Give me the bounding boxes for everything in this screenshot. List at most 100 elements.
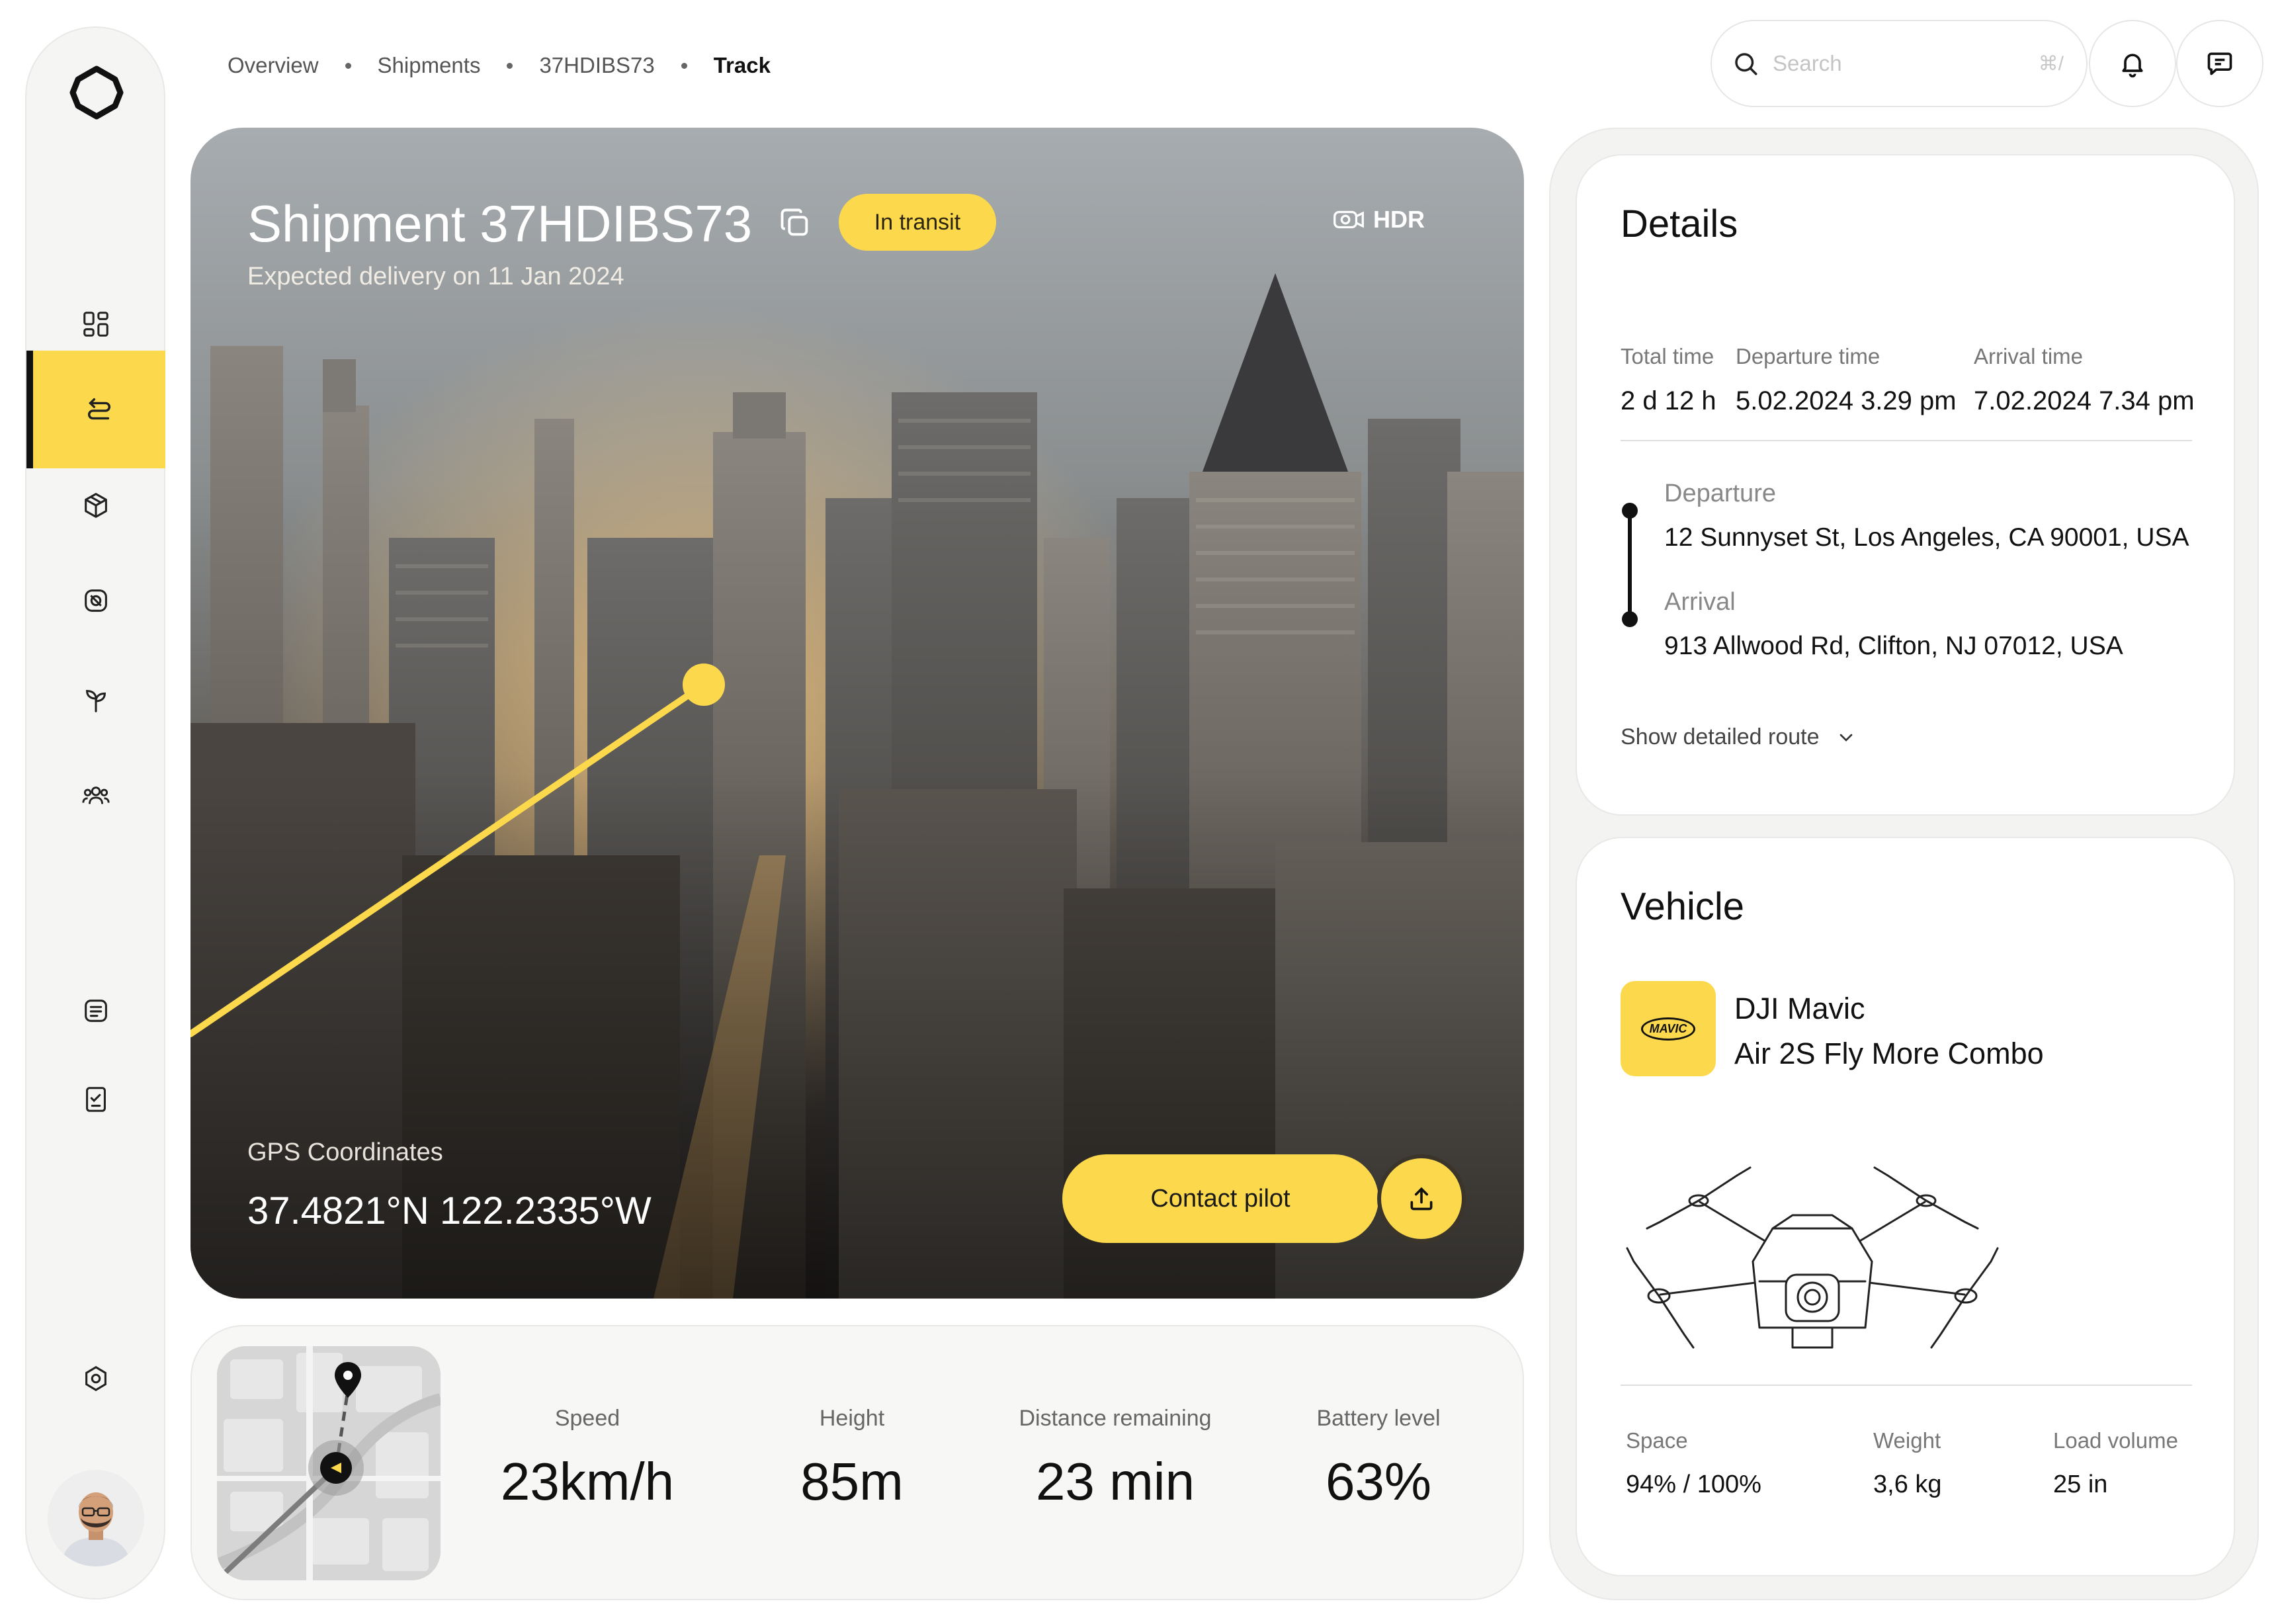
nav-packages[interactable]	[26, 466, 165, 545]
team-icon	[82, 787, 110, 804]
arrival-label: Arrival	[1664, 588, 1736, 616]
drone-illustration	[1626, 1166, 1999, 1349]
departure-time-value: 5.02.2024 3.29 pm	[1736, 386, 1957, 415]
list-icon	[85, 1000, 107, 1022]
nav-settings[interactable]	[26, 1339, 165, 1418]
map-image	[217, 1346, 441, 1580]
weight-value: 3,6 kg	[1873, 1471, 1942, 1498]
details-title: Details	[1621, 202, 1738, 245]
stat-label: Battery level	[1316, 1406, 1441, 1431]
arrival-time-value: 7.02.2024 7.34 pm	[1974, 386, 2195, 415]
nav-growth[interactable]	[26, 660, 165, 740]
arrival-dot	[1622, 611, 1638, 627]
show-route-label: Show detailed route	[1621, 724, 1820, 749]
stat-label: Height	[819, 1406, 885, 1431]
arrival-time-label: Arrival time	[1974, 344, 2084, 368]
total-time-value: 2 d 12 h	[1621, 386, 1716, 415]
expected-delivery: Expected delivery on 11 Jan 2024	[247, 263, 624, 290]
vehicle-name-line2: Air 2S Fly More Combo	[1734, 1037, 2044, 1070]
chat-icon	[2207, 52, 2232, 75]
breadcrumb-separator	[507, 62, 513, 69]
space-value: 94% / 100%	[1626, 1471, 1761, 1498]
nav-team[interactable]	[26, 755, 165, 835]
stat-value: 23 min	[1035, 1452, 1195, 1511]
nav-tags[interactable]	[26, 561, 165, 640]
breadcrumb-shipments[interactable]: Shipments	[378, 53, 481, 78]
notifications-button[interactable]	[2089, 20, 2176, 107]
divider	[1621, 440, 2192, 441]
breadcrumb-separator	[345, 62, 351, 69]
hdr-toggle[interactable]: HDR	[1332, 206, 1425, 234]
shipment-hero: Shipment 37HDIBS73 In transit HDR Expect…	[190, 128, 1524, 1299]
details-card: Details Total time 2 d 12 h Departure ti…	[1576, 154, 2235, 816]
route-line	[1628, 511, 1632, 619]
departure-address: 12 Sunnyset St, Los Angeles, CA 90001, U…	[1664, 523, 2189, 552]
contact-pilot-button[interactable]: Contact pilot	[1062, 1154, 1378, 1243]
search-bar[interactable]: Search ⌘/	[1711, 20, 2088, 107]
gps-label: GPS Coordinates	[247, 1138, 443, 1166]
vehicle-space: Space 94% / 100%	[1626, 1428, 1761, 1499]
total-time: Total time 2 d 12 h	[1621, 344, 1716, 416]
departure-time: Departure time 5.02.2024 3.29 pm	[1736, 344, 1957, 416]
upload-icon	[1410, 1187, 1433, 1211]
stat-label: Distance remaining	[1019, 1406, 1212, 1431]
user-photo	[48, 1470, 144, 1566]
vehicle-load-volume: Load volume 25 in	[2053, 1428, 2178, 1499]
departure-time-label: Departure time	[1736, 344, 1881, 368]
vehicle-card: Vehicle MAVIC DJI Mavic Air 2S Fly More …	[1576, 837, 2235, 1576]
vehicle-weight: Weight 3,6 kg	[1873, 1428, 1942, 1499]
breadcrumb-current: Track	[713, 53, 771, 77]
departure-label: Departure	[1664, 480, 1776, 507]
weight-label: Weight	[1873, 1428, 1941, 1453]
sidebar	[25, 26, 165, 1600]
search-icon	[1735, 53, 1757, 75]
vehicle-brand-logo: MAVIC	[1621, 981, 1716, 1076]
show-detailed-route-button[interactable]: Show detailed route	[1621, 724, 1857, 750]
divider	[1621, 1385, 2192, 1386]
stat-battery-level: Battery level 63%	[1259, 1406, 1498, 1512]
breadcrumb-shipment-id[interactable]: 37HDIBS73	[539, 53, 654, 78]
nav-documents[interactable]	[26, 971, 165, 1050]
stat-height: Height 85m	[733, 1406, 971, 1512]
tag-icon	[85, 589, 107, 612]
drone-position-marker[interactable]	[683, 663, 725, 706]
arrival-time: Arrival time 7.02.2024 7.34 pm	[1974, 344, 2195, 416]
sprout-icon	[86, 690, 106, 712]
breadcrumb-separator	[681, 62, 687, 69]
dashboard-icon	[83, 312, 108, 337]
route-icon	[87, 398, 111, 420]
camera-icon	[1333, 210, 1364, 229]
flight-stats-card: Speed 23km/h Height 85m Distance remaini…	[190, 1325, 1524, 1600]
bell-icon	[2122, 54, 2143, 78]
search-input[interactable]: Search	[1773, 51, 2039, 76]
chevron-down-icon	[1839, 734, 1852, 742]
load-volume-label: Load volume	[2053, 1428, 2178, 1453]
mini-map[interactable]	[217, 1346, 441, 1580]
vehicle-title: Vehicle	[1621, 885, 1745, 928]
stat-value: 85m	[800, 1452, 904, 1511]
breadcrumb-overview[interactable]: Overview	[228, 53, 319, 78]
checklist-icon	[86, 1087, 106, 1112]
copy-icon[interactable]	[778, 206, 812, 240]
settings-icon	[85, 1365, 106, 1392]
search-shortcut: ⌘/	[2038, 52, 2064, 75]
status-badge: In transit	[839, 194, 996, 251]
vehicle-name: DJI Mavic Air 2S Fly More Combo	[1734, 986, 2044, 1076]
logo-icon[interactable]	[69, 65, 124, 120]
share-button[interactable]	[1377, 1154, 1466, 1243]
avatar[interactable]	[48, 1470, 144, 1566]
brand-logo-text: MAVIC	[1640, 1017, 1696, 1041]
city-photo	[190, 128, 1524, 1299]
arrival-address: 913 Allwood Rd, Clifton, NJ 07012, USA	[1664, 632, 2123, 660]
total-time-label: Total time	[1621, 344, 1714, 368]
nav-tracking[interactable]	[26, 351, 165, 468]
stat-speed: Speed 23km/h	[468, 1406, 706, 1512]
right-panel: Details Total time 2 d 12 h Departure ti…	[1549, 128, 2259, 1600]
shipment-title: Shipment 37HDIBS73	[247, 194, 753, 253]
breadcrumb: Overview Shipments 37HDIBS73 Track	[228, 49, 771, 82]
space-label: Space	[1626, 1428, 1688, 1453]
stat-value: 23km/h	[500, 1452, 675, 1511]
departure-dot	[1622, 503, 1638, 519]
messages-button[interactable]	[2176, 20, 2263, 107]
nav-checklist[interactable]	[26, 1060, 165, 1139]
